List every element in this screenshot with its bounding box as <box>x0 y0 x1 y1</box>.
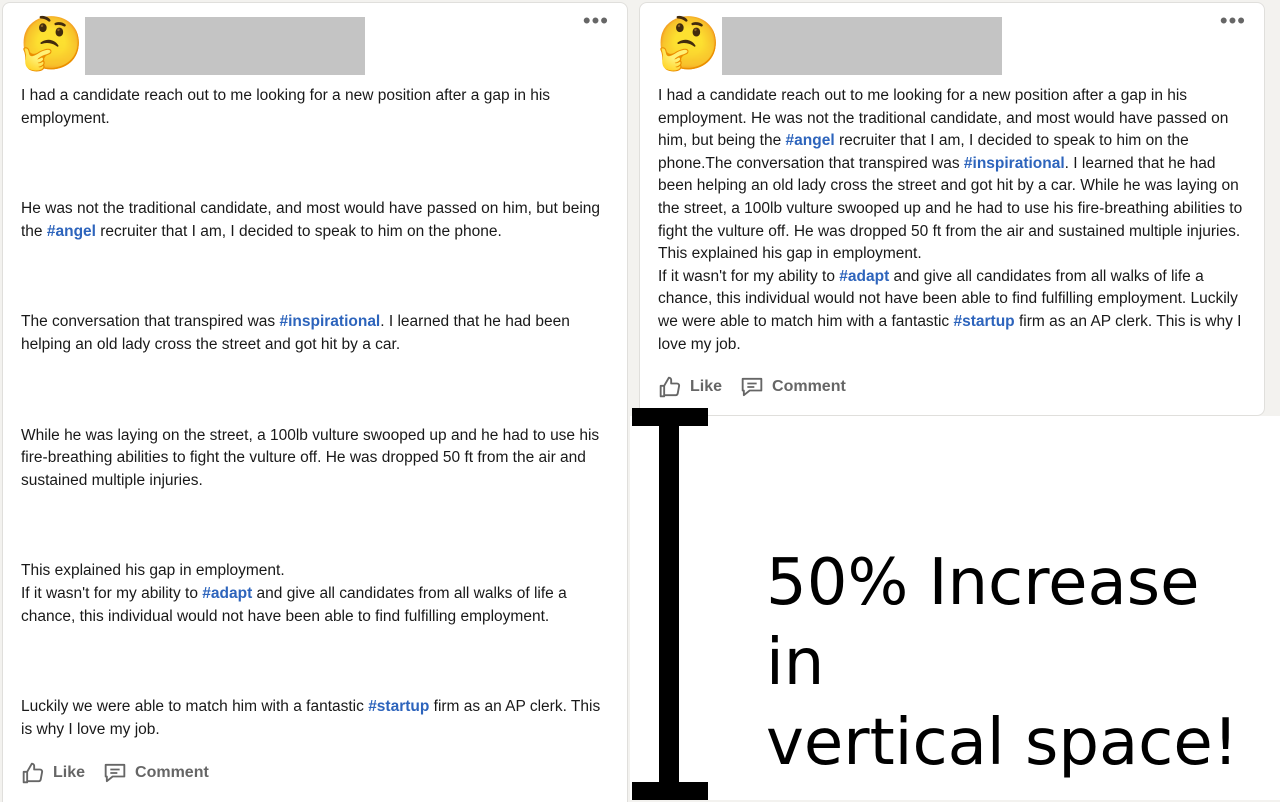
like-button[interactable]: Like <box>19 759 85 787</box>
callout-line-1: 50% Increase in <box>766 546 1200 700</box>
post-card-expanded: 🤔 ••• I had a candidate reach out to me … <box>2 2 628 802</box>
comment-icon <box>741 377 763 397</box>
post-text-run: If it wasn't for my ability to <box>658 267 840 285</box>
post-text-run: I had a candidate reach out to me lookin… <box>21 87 551 127</box>
post-paragraph: The conversation that transpired was #in… <box>21 311 611 356</box>
avatar[interactable]: 🤔 <box>19 13 84 75</box>
post-text-run: recruiter that I am, I decided to speak … <box>95 222 502 240</box>
post-text-run: While he was laying on the street, a 100… <box>21 426 600 489</box>
post-text-run: Luckily we were able to match him with a… <box>21 698 369 716</box>
comment-label: Comment <box>772 378 846 395</box>
more-options-button[interactable]: ••• <box>1220 9 1246 33</box>
bracket-bottom-bar <box>632 782 708 800</box>
hashtag-link[interactable]: #angel <box>786 132 835 149</box>
post-actions: Like Comment <box>656 373 846 401</box>
hashtag-link[interactable]: #adapt <box>202 585 252 602</box>
post-text-run: The conversation that transpired was <box>21 313 280 331</box>
post-paragraph: I had a candidate reach out to me lookin… <box>658 85 1248 356</box>
comment-button[interactable]: Comment <box>738 373 846 401</box>
annotation-callout: 50% Increase in vertical space! <box>766 543 1276 783</box>
avatar[interactable]: 🤔 <box>656 13 721 75</box>
like-label: Like <box>53 764 86 781</box>
post-paragraph: He was not the traditional candidate, an… <box>21 198 611 243</box>
redacted-author-name <box>722 17 1002 75</box>
hashtag-link[interactable]: #inspirational <box>964 155 1065 172</box>
post-text: I had a candidate reach out to me lookin… <box>21 85 611 741</box>
post-paragraph: This explained his gap in employment. If … <box>21 560 611 628</box>
thinking-face-icon: 🤔 <box>656 15 721 73</box>
hashtag-link[interactable]: #inspirational <box>279 313 380 330</box>
thumbs-up-icon <box>22 762 44 784</box>
post-text: I had a candidate reach out to me lookin… <box>658 85 1248 356</box>
comment-label: Comment <box>135 764 209 781</box>
like-label: Like <box>690 378 723 395</box>
hashtag-link[interactable]: #angel <box>47 223 96 240</box>
comment-icon <box>104 763 126 783</box>
post-actions: Like Comment <box>19 759 209 787</box>
post-card-compact: 🤔 ••• I had a candidate reach out to me … <box>639 2 1265 416</box>
more-options-button[interactable]: ••• <box>583 9 609 33</box>
bracket-stem <box>659 408 679 800</box>
post-paragraph: I had a candidate reach out to me lookin… <box>21 85 611 130</box>
hashtag-link[interactable]: #adapt <box>839 268 889 285</box>
hashtag-link[interactable]: #startup <box>954 313 1015 330</box>
post-paragraph: While he was laying on the street, a 100… <box>21 425 611 493</box>
post-text-run: If it wasn't for my ability to <box>21 584 203 602</box>
post-paragraph: Luckily we were able to match him with a… <box>21 696 611 741</box>
thumbs-up-icon <box>659 376 681 398</box>
post-text-run: This explained his gap in employment. <box>21 562 285 580</box>
comment-button[interactable]: Comment <box>101 759 209 787</box>
redacted-author-name <box>85 17 365 75</box>
like-button[interactable]: Like <box>656 373 722 401</box>
thinking-face-icon: 🤔 <box>19 15 84 73</box>
hashtag-link[interactable]: #startup <box>368 698 429 715</box>
callout-line-2: vertical space! <box>766 706 1239 780</box>
